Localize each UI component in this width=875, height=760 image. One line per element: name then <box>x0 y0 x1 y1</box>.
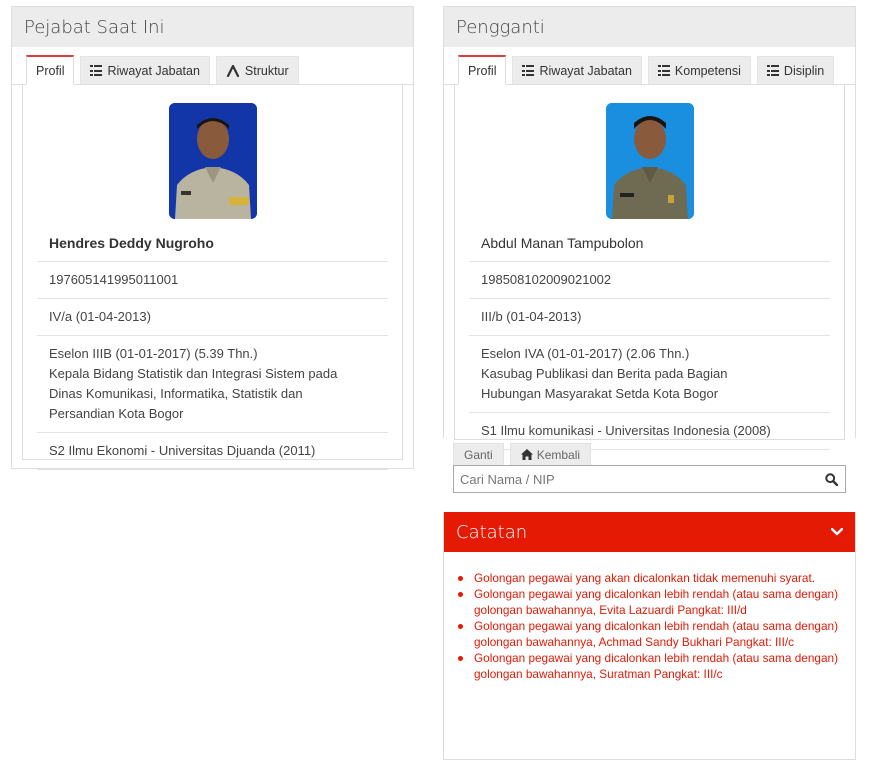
tab-disiplin[interactable]: Disiplin <box>756 56 835 84</box>
official-jabatan-line: Persandian Kota Bogor <box>49 406 184 421</box>
tab-label: Riwayat Jabatan <box>107 63 200 78</box>
home-icon <box>520 449 533 460</box>
official-eselon: Eselon IIIB (01-01-2017) (5.39 Thn.) <box>49 346 258 361</box>
tab-riwayat-jabatan[interactable]: Riwayat Jabatan <box>512 56 642 84</box>
list-icon <box>522 65 535 76</box>
note-item: Golongan pegawai yang dicalonkan lebih r… <box>458 650 843 682</box>
notes-header[interactable]: Catatan <box>444 512 855 552</box>
official-jabatan-line: Kepala Bidang Statistik dan Integrasi Si… <box>49 366 338 381</box>
ganti-tab[interactable]: Ganti <box>453 443 504 465</box>
notes-title: Catatan <box>456 521 528 543</box>
current-official-tabs: Profil Riwayat Jabatan Struktur <box>12 47 413 85</box>
list-icon <box>766 65 779 76</box>
current-official-profile: Hendres Deddy Nugroho 197605141995011001… <box>22 85 403 470</box>
tab-profil[interactable]: Profil <box>26 55 75 85</box>
replacement-jabatan-line: Hubungan Masyarakat Setda Kota Bogor <box>481 386 719 401</box>
official-name: Hendres Deddy Nugroho <box>37 227 388 262</box>
tab-label: Disiplin <box>783 63 825 78</box>
tab-label: Kompetensi <box>674 63 741 78</box>
tab-profil[interactable]: Profil <box>458 55 507 85</box>
replacement-eselon: Eselon IVA (01-01-2017) (2.06 Thn.) <box>481 346 690 361</box>
search-icon <box>824 472 838 486</box>
tab-riwayat-jabatan[interactable]: Riwayat Jabatan <box>80 56 210 84</box>
kembali-label: Kembali <box>536 447 581 462</box>
current-official-title: Pejabat Saat Ini <box>12 7 413 47</box>
tab-label: Profil <box>36 63 65 78</box>
note-item: Golongan pegawai yang akan dicalonkan ti… <box>458 570 843 586</box>
search-input[interactable] <box>454 466 817 492</box>
kembali-tab[interactable]: Kembali <box>509 443 592 465</box>
official-golongan: IV/a (01-04-2013) <box>37 299 388 336</box>
list-icon <box>90 65 103 76</box>
official-jabatan-line: Dinas Komunikasi, Informatika, Statistik… <box>49 386 303 401</box>
list-icon <box>657 65 670 76</box>
current-official-panel: Pejabat Saat Ini Profil Riwayat Jabatan … <box>11 6 414 470</box>
chevron-down-icon[interactable] <box>831 528 843 536</box>
replacement-name: Abdul Manan Tampubolon <box>469 227 830 262</box>
replacement-jabatan: Eselon IVA (01-01-2017) (2.06 Thn.) Kasu… <box>469 336 830 413</box>
tab-kompetensi[interactable]: Kompetensi <box>647 56 751 84</box>
tab-label: Struktur <box>244 63 289 78</box>
notes-panel: Catatan Golongan pegawai yang akan dical… <box>443 512 856 760</box>
replacement-profile: Abdul Manan Tampubolon 19850810200902100… <box>454 85 845 450</box>
replacement-photo <box>605 103 694 219</box>
tab-struktur[interactable]: Struktur <box>215 56 299 84</box>
tab-label: Profil <box>468 63 497 78</box>
official-jabatan: Eselon IIIB (01-01-2017) (5.39 Thn.) Kep… <box>37 336 388 433</box>
replacement-nip: 198508102009021002 <box>469 262 830 299</box>
official-pendidikan: S2 Ilmu Ekonomi - Universitas Djuanda (2… <box>37 433 388 470</box>
note-item: Golongan pegawai yang dicalonkan lebih r… <box>458 618 843 650</box>
notes-list: Golongan pegawai yang akan dicalonkan ti… <box>444 570 855 682</box>
official-nip: 197605141995011001 <box>37 262 388 299</box>
search-box <box>453 465 846 493</box>
note-item: Golongan pegawai yang dicalonkan lebih r… <box>458 586 843 618</box>
replacement-tabs: Profil Riwayat Jabatan Kompetensi Disipl… <box>444 47 855 85</box>
replacement-jabatan-line: Kasubag Publikasi dan Berita pada Bagian <box>481 366 728 381</box>
search-tabs: Ganti Kembali <box>453 443 592 465</box>
sitemap-icon <box>226 64 240 77</box>
search-button[interactable] <box>817 466 845 492</box>
official-photo <box>168 103 257 219</box>
tab-label: Riwayat Jabatan <box>539 63 632 78</box>
replacement-title: Pengganti <box>444 7 855 47</box>
replacement-panel: Pengganti Profil Riwayat Jabatan Kompete… <box>443 6 856 450</box>
replacement-golongan: III/b (01-04-2013) <box>469 299 830 336</box>
ganti-label: Ganti <box>464 447 493 462</box>
